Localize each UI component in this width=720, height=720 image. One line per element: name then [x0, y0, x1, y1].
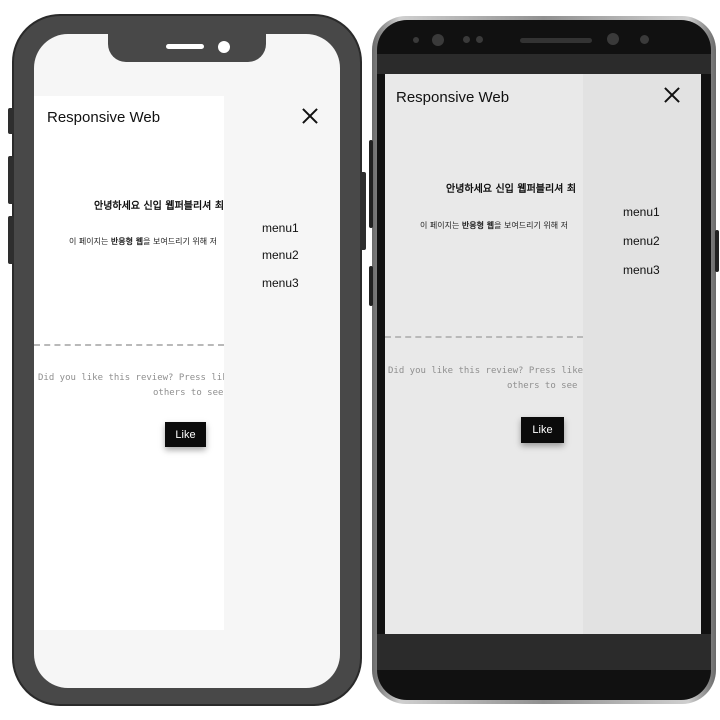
like-button[interactable]: Like: [165, 422, 206, 447]
review-prompt-line1: Did you like this review? Press like: [388, 366, 583, 376]
menu-item-3[interactable]: menu3: [262, 276, 299, 290]
volume-button: [369, 140, 373, 228]
status-bar: [377, 54, 711, 74]
close-icon[interactable]: [664, 87, 680, 103]
front-camera: [432, 34, 444, 46]
greeting-heading: 안녕하세요 신입 웹퍼블리셔 최: [94, 201, 224, 212]
android-screen: Responsive Web 안녕하세요 신입 웹퍼블리셔 최 이 페이지는 반…: [385, 74, 701, 634]
speaker-grille: [520, 38, 592, 43]
speaker-grille: [166, 44, 204, 49]
navigation-bar: [377, 634, 711, 670]
volume-up-button: [8, 156, 14, 204]
menu-item-1[interactable]: menu1: [262, 221, 299, 235]
site-title: Responsive Web: [47, 109, 161, 126]
android-body: Responsive Web 안녕하세요 신입 웹퍼블리셔 최 이 페이지는 반…: [377, 20, 711, 700]
like-button[interactable]: Like: [521, 417, 564, 443]
site-title: Responsive Web: [396, 89, 510, 106]
main-page: Responsive Web 안녕하세요 신입 웹퍼블리셔 최 이 페이지는 반…: [34, 96, 224, 630]
review-prompt-line2: others to see: [507, 381, 578, 391]
sensor-dot: [463, 36, 470, 43]
iris-scanner: [607, 33, 619, 45]
power-button: [360, 172, 366, 250]
intro-text: 이 페이지는 반응형 웹을 보여드리기 위해 저: [69, 237, 217, 246]
side-menu-panel: menu1 menu2 menu3: [583, 74, 701, 634]
menu-item-1[interactable]: menu1: [623, 205, 660, 219]
greeting-heading: 안녕하세요 신입 웹퍼블리셔 최: [446, 184, 577, 195]
mute-switch: [8, 108, 14, 134]
iphone-mockup: Responsive Web 안녕하세요 신입 웹퍼블리셔 최 이 페이지는 반…: [8, 14, 366, 706]
intro-text: 이 페이지는 반응형 웹을 보여드리기 위해 저: [420, 221, 568, 230]
sensor-dot: [640, 35, 649, 44]
iphone-screen: Responsive Web 안녕하세요 신입 웹퍼블리셔 최 이 페이지는 반…: [34, 34, 340, 688]
volume-down-button: [8, 216, 14, 264]
dashed-divider: [385, 336, 583, 338]
sensor-dot: [413, 37, 419, 43]
review-prompt-line1: Did you like this review? Press like: [38, 373, 224, 383]
android-mockup: Responsive Web 안녕하세요 신입 웹퍼블리셔 최 이 페이지는 반…: [369, 16, 719, 704]
power-button: [715, 230, 719, 272]
notch: [108, 34, 266, 62]
review-prompt-line2: others to see: [153, 388, 224, 398]
menu-item-2[interactable]: menu2: [262, 248, 299, 262]
close-icon[interactable]: [302, 108, 318, 124]
dashed-divider: [34, 344, 224, 346]
menu-item-2[interactable]: menu2: [623, 234, 660, 248]
sensor-dot: [476, 36, 483, 43]
menu-item-3[interactable]: menu3: [623, 263, 660, 277]
main-page: Responsive Web 안녕하세요 신입 웹퍼블리셔 최 이 페이지는 반…: [385, 74, 583, 634]
side-menu-panel: menu1 menu2 menu3: [224, 96, 340, 630]
bixby-button: [369, 266, 373, 306]
front-camera: [218, 41, 230, 53]
